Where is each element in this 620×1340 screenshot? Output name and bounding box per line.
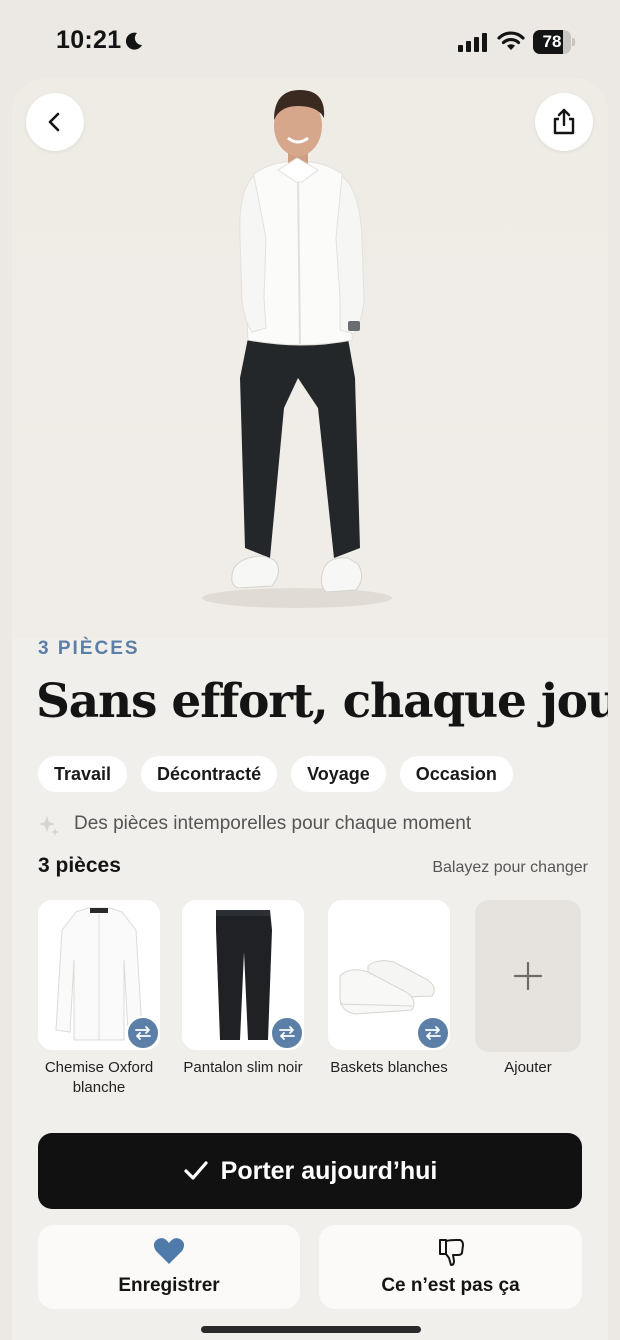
swipe-hint: Balayez pour changer bbox=[432, 859, 588, 876]
add-piece-button[interactable] bbox=[475, 900, 581, 1052]
dislike-label: Ce n’est pas ça bbox=[381, 1275, 520, 1296]
outfit-photo bbox=[12, 78, 608, 638]
share-button[interactable] bbox=[535, 93, 593, 151]
tag-chip[interactable]: Décontracté bbox=[141, 756, 278, 792]
dislike-button[interactable]: Ce n’est pas ça bbox=[319, 1225, 582, 1309]
battery-level: 78 bbox=[542, 32, 562, 51]
wear-today-label: Porter aujourd’hui bbox=[220, 1156, 438, 1185]
swap-button[interactable] bbox=[126, 1016, 160, 1050]
add-piece-label: Ajouter bbox=[504, 1059, 552, 1076]
tag-chip[interactable]: Voyage bbox=[291, 756, 386, 792]
cellular-signal-icon bbox=[458, 33, 487, 52]
home-indicator[interactable] bbox=[201, 1326, 421, 1333]
tag-chip[interactable]: Occasion bbox=[399, 756, 513, 792]
heart-icon bbox=[153, 1238, 185, 1264]
sparkle-icon bbox=[39, 816, 59, 836]
shirt-thumbnail bbox=[38, 900, 160, 1050]
plus-icon bbox=[513, 961, 543, 991]
piece-label: Chemise Oxford blanche bbox=[44, 1059, 154, 1096]
swap-button[interactable] bbox=[416, 1016, 450, 1050]
swap-arrows-icon bbox=[425, 1026, 441, 1040]
tag-chip[interactable]: Travail bbox=[38, 756, 128, 792]
wifi-icon bbox=[497, 31, 525, 50]
thumbs-down-icon bbox=[438, 1239, 464, 1266]
model-illustration bbox=[202, 90, 392, 608]
checkmark-icon bbox=[184, 1161, 208, 1180]
sneakers-thumbnail bbox=[328, 900, 450, 1050]
outfit-card: 3 PIÈCES Sans effort, chaque jour Travai… bbox=[12, 78, 608, 1340]
share-icon bbox=[553, 108, 575, 135]
back-button[interactable] bbox=[26, 93, 84, 151]
occasion-tags: Travail Décontracté Voyage Occasion bbox=[38, 756, 513, 792]
chevron-left-icon bbox=[48, 112, 60, 132]
status-time: 10:21 bbox=[56, 26, 122, 54]
piece-count-eyebrow: 3 PIÈCES bbox=[38, 638, 140, 659]
wear-today-button[interactable]: Porter aujourd’hui bbox=[38, 1133, 582, 1209]
save-button[interactable]: Enregistrer bbox=[38, 1225, 300, 1309]
pieces-heading: 3 pièces bbox=[38, 854, 121, 877]
swap-arrows-icon bbox=[135, 1026, 151, 1040]
swap-arrows-icon bbox=[279, 1026, 295, 1040]
pants-thumbnail bbox=[182, 900, 304, 1050]
piece-label: Pantalon slim noir bbox=[183, 1059, 303, 1076]
moon-icon bbox=[125, 32, 142, 50]
swap-button[interactable] bbox=[270, 1016, 304, 1050]
outfit-title: Sans effort, chaque jour bbox=[36, 674, 608, 729]
battery-icon: 78 bbox=[533, 30, 575, 54]
piece-label: Baskets blanches bbox=[330, 1059, 448, 1076]
outfit-description: Des pièces intemporelles pour chaque mom… bbox=[74, 813, 472, 834]
save-label: Enregistrer bbox=[118, 1275, 220, 1296]
status-bar: 10:21 78 bbox=[0, 0, 620, 80]
